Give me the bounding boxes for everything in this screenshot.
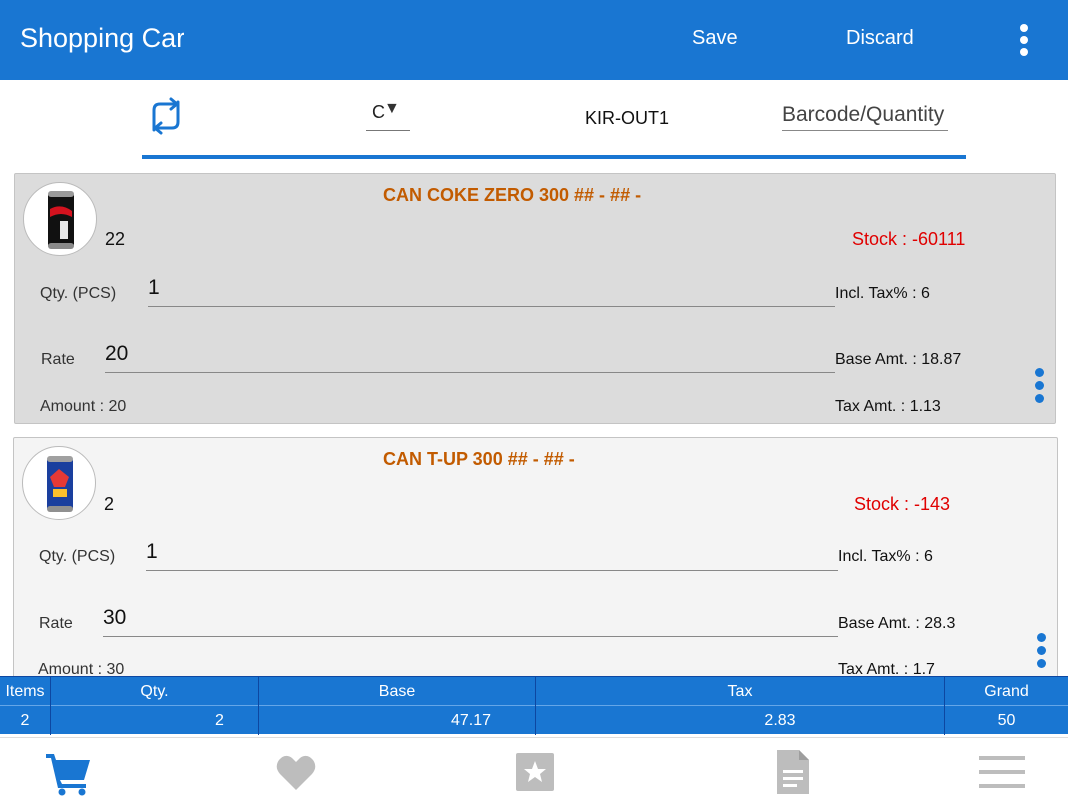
cart-item-card[interactable]: CAN T-UP 300 ## - ## - 2 Stock : -143 Qt… [13, 437, 1058, 697]
sync-icon[interactable] [146, 96, 186, 136]
cart-item-card[interactable]: CAN COKE ZERO 300 ## - ## - 22 Stock : -… [14, 173, 1056, 424]
document-icon[interactable] [769, 748, 817, 796]
qty-label: Qty. (PCS) [39, 548, 116, 565]
qty-input[interactable]: 1 [148, 274, 835, 307]
totals-value-items: 2 [20, 712, 30, 729]
toolbar-divider [142, 155, 966, 159]
qty-input[interactable]: 1 [146, 538, 838, 571]
totals-value-grand: 50 [997, 712, 1016, 729]
qty-label: Qty. (PCS) [40, 285, 117, 302]
stock-label: Stock : -60111 [852, 229, 966, 249]
item-code: 22 [105, 229, 126, 249]
totals-header-qty: Qty. [140, 683, 169, 700]
incl-tax-label: Incl. Tax% : 6 [835, 285, 930, 302]
amount-label: Amount : 20 [40, 398, 127, 415]
rate-input[interactable]: 30 [103, 604, 838, 637]
product-image [23, 182, 97, 256]
outlet-label: KIR-OUT1 [585, 108, 670, 128]
stock-label: Stock : -143 [854, 494, 951, 514]
product-image [22, 446, 96, 520]
discard-button[interactable]: Discard [846, 27, 914, 50]
totals-table: Items Qty. Base Tax Grand 2 2 47.17 2.83… [0, 676, 1068, 735]
item-menu-icon[interactable] [1031, 366, 1047, 406]
overflow-menu-icon[interactable] [1009, 18, 1039, 62]
totals-header-tax: Tax [727, 683, 753, 700]
category-dropdown[interactable]: C ▼ [366, 100, 410, 131]
base-amount-label: Base Amt. : 18.87 [835, 351, 962, 368]
item-name: CAN T-UP 300 ## - ## - [383, 449, 575, 469]
rate-input[interactable]: 20 [105, 340, 835, 373]
star-icon[interactable] [511, 748, 559, 796]
item-code: 2 [104, 494, 115, 514]
base-amount-label: Base Amt. : 28.3 [838, 615, 956, 632]
rate-label: Rate [39, 615, 73, 632]
barcode-input[interactable] [782, 100, 948, 131]
dropdown-arrow-icon: ▼ [384, 100, 400, 117]
tax-amount-label: Tax Amt. : 1.13 [835, 398, 941, 415]
heart-icon[interactable] [272, 748, 320, 796]
item-name: CAN COKE ZERO 300 ## - ## - [383, 185, 642, 205]
save-button[interactable]: Save [692, 27, 738, 50]
cart-icon[interactable] [44, 748, 92, 796]
page-title: Shopping Cart [20, 23, 184, 53]
menu-icon[interactable] [978, 748, 1026, 796]
totals-header-grand: Grand [984, 683, 1029, 700]
cart-toolbar: C ▼ KIR-OUT1 [0, 80, 1068, 170]
item-menu-icon[interactable] [1033, 631, 1049, 671]
bottom-navigation [0, 737, 1068, 800]
totals-header-base: Base [378, 683, 416, 700]
app-bar: Shopping Cart Save Discard [0, 0, 1068, 80]
incl-tax-label: Incl. Tax% : 6 [838, 548, 933, 565]
totals-header-items: Items [5, 683, 45, 700]
rate-label: Rate [41, 351, 75, 368]
